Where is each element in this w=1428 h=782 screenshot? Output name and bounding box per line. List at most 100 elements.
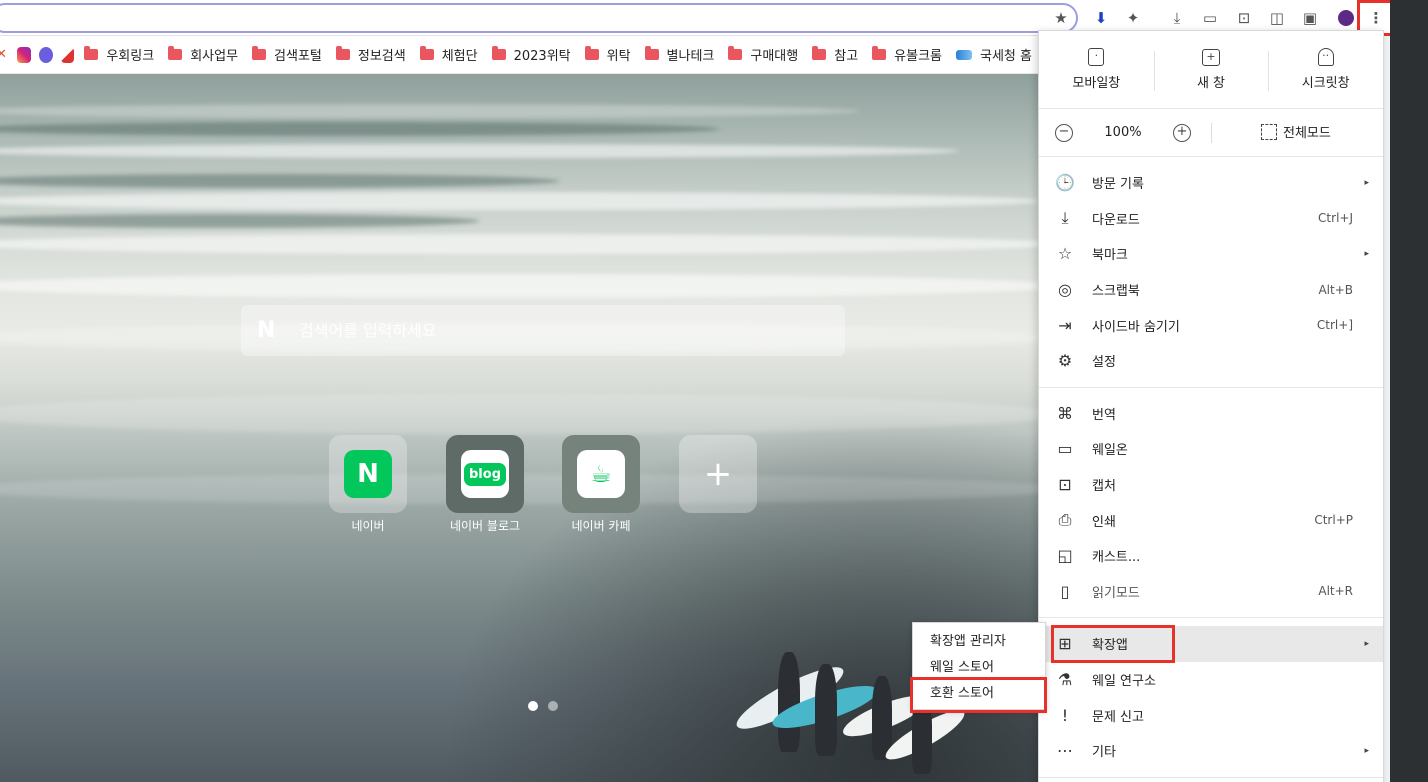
capture-icon[interactable]: ⊡ [1233,7,1255,29]
cast-icon: ◱ [1057,546,1073,566]
new-window-button[interactable]: + 새 창 [1153,31,1269,108]
menu-item-label: 웨일온 [1092,443,1128,459]
bookmark-site-icon[interactable] [38,46,53,63]
secret-window-button[interactable]: ·· 시크릿창 [1268,31,1383,108]
profile-avatar[interactable] [1335,7,1357,29]
bookmark-item[interactable]: 위탁 [579,42,639,68]
bookmark-item[interactable]: 회사업무 [162,42,246,68]
menu-item-more[interactable]: ⋯ 기타 ▸ [1039,733,1383,769]
menu-item-reader[interactable]: ▯ 읽기모드 Alt+R [1039,574,1383,610]
zoom-out-button[interactable]: − [1055,123,1073,142]
search-input[interactable] [299,321,799,340]
mobile-window-label: 모바일창 [1072,76,1121,91]
page-indicator-active[interactable] [528,701,538,711]
submenu-extension-manager[interactable]: 확장앱 관리자 [913,629,1045,655]
folder-icon [168,46,183,60]
bookmark-label: 구매대행 [750,49,799,64]
menu-item-translate[interactable]: ⌘ 번역 [1039,396,1383,432]
menu-item-sidebar[interactable]: ⇥ 사이드바 숨기기 Ctrl+] [1039,307,1383,343]
menu-group: ⌘ 번역 ▭ 웨일온 ⊡ 캡처 ⎙ 인쇄 Ctrl+P ◱ 캐스트... ▯ 읽기모드 Alt+R [1039,388,1383,619]
submenu-compat-store[interactable]: 호환 스토어 [913,681,1045,707]
menu-item-flask[interactable]: ⚗ 웨일 연구소 [1039,662,1383,698]
fullscreen-button[interactable]: 전체모드 [1261,122,1331,141]
shortcut-naver[interactable]: N 네이버 [323,435,413,534]
bookmark-label: 검색포털 [274,49,322,64]
shortcut-naver-blog[interactable]: blog 네이버 블로그 [440,435,530,534]
menu-item-print[interactable]: ⎙ 인쇄 Ctrl+P [1039,502,1383,538]
menu-item-gear[interactable]: ⚙ 설정 [1039,343,1383,379]
address-bar[interactable] [0,3,1078,33]
bookmark-star-icon[interactable]: ★ [1050,7,1072,29]
menu-item-label: 웨일 연구소 [1092,674,1156,690]
menu-item-shortcut: Alt+R [1318,584,1353,599]
sidebar-toggle-icon[interactable]: ▣ [1299,7,1321,29]
bookmark-item[interactable]: 검색포털 [246,42,330,68]
new-window-icon: + [1202,48,1220,66]
divider [1211,123,1212,143]
bookmark-item[interactable]: 정보검색 [330,42,414,68]
menu-item-download[interactable]: ⤓ 다운로드 Ctrl+J [1039,201,1383,237]
fullscreen-label: 전체모드 [1283,126,1331,141]
download-arrow-icon[interactable]: ⬇ [1090,7,1112,29]
mobile-icon: · [1088,48,1105,66]
fullscreen-icon [1261,123,1277,140]
plus-icon: + [703,454,733,494]
menu-item-extensions[interactable]: ⊞ 확장앱 ▸ [1039,626,1383,662]
shortcut-add[interactable]: + [673,435,763,513]
zoom-in-button[interactable]: + [1173,123,1191,142]
shortcut-label: 네이버 카페 [571,519,631,533]
bookmark-item[interactable]: 우회링크 [78,42,162,68]
bookmark-site-icon-2[interactable] [60,46,75,63]
menu-item-capture[interactable]: ⊡ 캡처 [1039,467,1383,503]
bookmark-item[interactable]: 유볼크롬 [866,42,950,68]
zoom-level: 100% [1104,125,1142,140]
folder-icon [644,46,659,60]
folder-icon [252,46,267,60]
menu-item-scrapbook[interactable]: ◎ 스크랩북 Alt+B [1039,272,1383,308]
menu-item-label: 문제 신고 [1092,709,1144,725]
submenu-arrow-icon: ▸ [1364,745,1369,756]
menu-item-label: 캐스트... [1092,550,1141,566]
video-icon: ▭ [1057,439,1073,459]
bookmark-item[interactable]: 참고 [806,42,866,68]
bookmark-item[interactable]: 국세청 홈 [950,42,1040,68]
sidebar-icon: ⇥ [1058,315,1072,335]
menu-item-label: 스크랩북 [1092,284,1140,300]
bookmark-item[interactable]: 별나테크 [639,42,723,68]
menu-item-cast[interactable]: ◱ 캐스트... [1039,538,1383,574]
site-favicon-icon [956,49,972,60]
menu-item-label: 캡처 [1092,479,1116,495]
shortcut-naver-cafe[interactable]: ☕ 네이버 카페 [556,435,646,534]
scrapbook-icon: ◎ [1058,280,1072,300]
instagram-icon[interactable] [16,46,31,63]
video-call-icon[interactable]: ▭ [1199,7,1221,29]
bookmark-label: 체험단 [441,49,478,64]
print-icon: ⎙ [1058,510,1072,530]
menu-item-report[interactable]: ! 문제 신고 [1039,697,1383,733]
naver-logo-icon: N [257,318,276,343]
download-icon[interactable]: ⤓ [1166,7,1188,29]
extension-puzzle-icon[interactable]: ✦ [1122,7,1144,29]
menu-item-shortcut: Ctrl+J [1318,211,1353,226]
menu-item-star[interactable]: ☆ 북마크 ▸ [1039,236,1383,272]
folder-icon [872,46,887,60]
split-view-icon[interactable]: ◫ [1266,7,1288,29]
submenu-arrow-icon: ▸ [1364,638,1369,649]
menu-item-video[interactable]: ▭ 웨일온 [1039,431,1383,467]
menu-item-label: 읽기모드 [1092,585,1140,601]
bookmark-item[interactable]: 구매대행 [722,42,806,68]
bookmark-item[interactable]: 2023위탁 [486,42,579,68]
mobile-window-button[interactable]: · 모바일창 [1039,31,1154,108]
folder-icon [84,46,99,60]
bookmarks-bar: ✕ 우회링크 회사업무 검색포털 정보검색 체험단 2023위탁 위탁 별나테크 구매대행 참고 유… [0,36,1040,74]
search-box[interactable]: N [241,305,845,356]
translate-icon: ⌘ [1057,403,1073,423]
bookmark-item[interactable]: 체험단 [414,42,486,68]
page-indicator[interactable] [548,701,558,711]
submenu-whale-store[interactable]: 웨일 스토어 [913,655,1045,681]
menu-item-label: 인쇄 [1092,514,1116,530]
bookmark-icon-cut[interactable]: ✕ [0,47,7,62]
menu-item-clock[interactable]: 🕒 방문 기록 ▸ [1039,165,1383,201]
menu-item-shortcut: Alt+B [1318,282,1353,297]
bookmark-label: 별나테크 [666,49,715,64]
